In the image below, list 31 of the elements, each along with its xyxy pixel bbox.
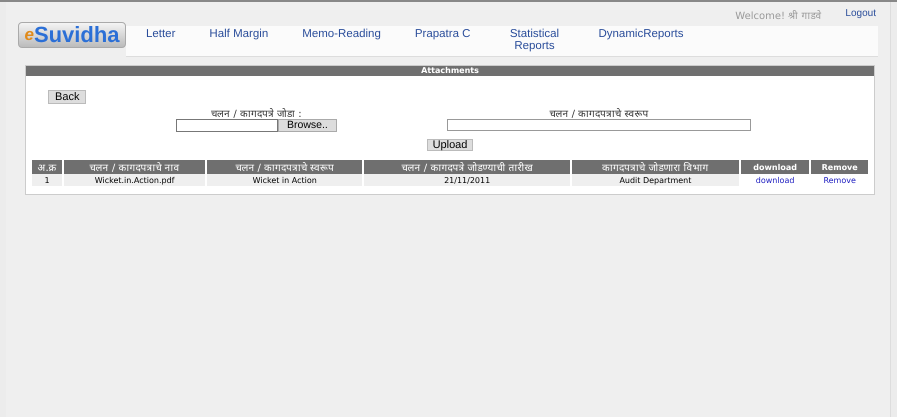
description-input-field[interactable] [446,119,751,131]
description-label: चलन / कागदपत्राचे स्वरूप [549,107,648,119]
table-cell: 21/11/2011 [364,174,570,186]
column-header: चलन / कागदपत्राचे नाव [64,160,206,174]
column-header: कागदपत्राचे जोडणारा विभाग [572,160,739,174]
nav-link[interactable]: Memo-Reading [302,26,381,42]
file-label: चलन / कागदपत्रे जोडा : [211,107,302,119]
column-header: Remove [811,160,868,174]
table-cell: Audit Department [572,174,739,186]
nav-link[interactable]: Prapatra C [414,26,470,42]
column-header: चलन / कागदपत्रे जोडण्याची तारीख [364,160,570,174]
back-button[interactable]: Back [48,90,86,104]
column-header: download [740,160,810,174]
upload-button[interactable]: Upload [426,139,474,151]
browse-button[interactable]: Browse.. [278,119,337,132]
nav-link[interactable]: Half Margin [209,26,268,42]
nav-link[interactable]: Letter [146,26,176,42]
welcome-text: Welcome! श्री गाडवे [735,9,822,22]
nav-link[interactable]: DynamicReports [598,26,684,42]
column-header: चलन / कागदपत्राचे स्वरूप [207,160,362,174]
download-link[interactable]: download [756,176,794,184]
column-header: अ.क्र [32,160,62,174]
file-input-field[interactable] [176,119,278,132]
remove-link[interactable]: Remove [823,176,856,184]
panel-title: Attachments [26,66,874,76]
logo: eSuvidha [18,22,126,48]
table-cell: Wicket in Action [207,174,362,186]
logout-link[interactable]: Logout [845,8,876,22]
nav-link[interactable]: Statistical Reports [504,26,564,54]
table-cell: 1 [32,174,62,186]
table-cell: Wicket.in.Action.pdf [64,174,206,186]
